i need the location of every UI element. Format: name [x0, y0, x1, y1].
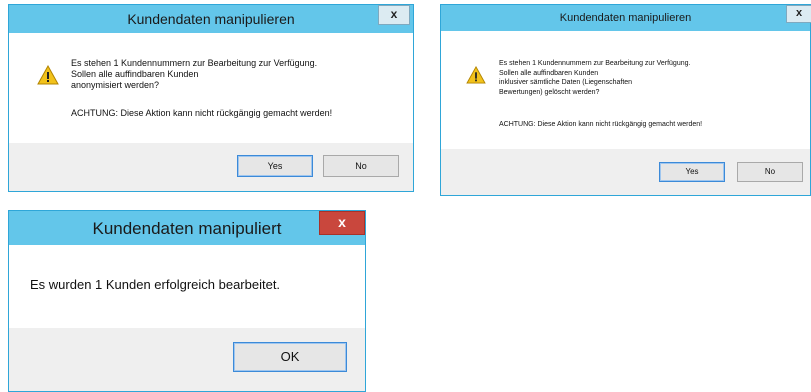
button-bar: OK [9, 328, 365, 391]
yes-button[interactable]: Yes [659, 162, 725, 182]
ok-button[interactable]: OK [233, 342, 347, 372]
title-bar[interactable]: Kundendaten manipuliert [9, 211, 365, 245]
no-button[interactable]: No [323, 155, 399, 177]
dialog-confirm-delete: Kundendaten manipulieren x Es stehen 1 K… [440, 4, 811, 196]
dialog-confirm-anonymize: Kundendaten manipulieren x Es stehen 1 K… [8, 4, 414, 192]
dialog-title: Kundendaten manipuliert [92, 219, 282, 238]
dialog-message: Es stehen 1 Kundennummern zur Bearbeitun… [499, 60, 691, 96]
button-bar: Yes No [9, 143, 413, 191]
dialog-message: Es wurden 1 Kunden erfolgreich bearbeite… [30, 277, 281, 292]
close-icon: x [338, 214, 346, 230]
no-label: No [355, 161, 367, 171]
dialog-message: Es stehen 1 Kundennummern zur Bearbeitun… [71, 58, 318, 90]
dialog-result: Kundendaten manipuliert x Es wurden 1 Ku… [8, 210, 366, 392]
title-bar[interactable]: Kundendaten manipulieren [441, 5, 810, 31]
close-button[interactable]: x [378, 5, 410, 25]
close-icon: x [390, 7, 398, 21]
dialog-title: Kundendaten manipulieren [127, 11, 295, 27]
warning-icon [466, 66, 486, 84]
yes-button[interactable]: Yes [237, 155, 313, 177]
close-button[interactable]: x [786, 5, 811, 23]
warning-icon [37, 65, 59, 85]
dialog-title: Kundendaten manipulieren [559, 12, 692, 24]
ok-label: OK [280, 349, 300, 364]
warning-text: ACHTUNG: Diese Aktion kann nicht rückgän… [499, 121, 703, 128]
close-icon: x [795, 7, 803, 19]
yes-label: Yes [685, 167, 699, 176]
no-button[interactable]: No [737, 162, 803, 182]
close-button[interactable]: x [319, 211, 365, 235]
button-bar: Yes No [441, 149, 810, 195]
yes-label: Yes [267, 161, 283, 171]
warning-text: ACHTUNG: Diese Aktion kann nicht rückgän… [71, 108, 333, 118]
no-label: No [764, 167, 776, 176]
title-bar[interactable]: Kundendaten manipulieren [9, 5, 413, 33]
